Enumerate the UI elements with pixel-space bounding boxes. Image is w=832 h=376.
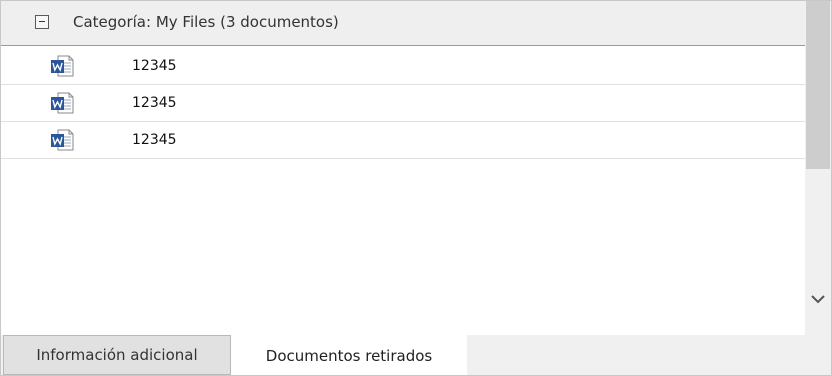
document-row[interactable]: 12345: [1, 85, 805, 122]
tab-informacion-adicional[interactable]: Información adicional: [3, 335, 231, 375]
scrollbar-thumb[interactable]: [806, 1, 830, 169]
document-name: 12345: [132, 132, 177, 148]
tab-documentos-retirados[interactable]: Documentos retirados: [231, 335, 467, 375]
word-document-icon: [51, 92, 74, 114]
word-document-icon: [51, 55, 74, 77]
word-document-icon: [51, 129, 74, 151]
minus-box-icon[interactable]: [35, 15, 49, 29]
chevron-down-icon[interactable]: [810, 291, 826, 307]
category-group-title: Categoría: My Files (3 documentos): [73, 13, 339, 31]
vertical-scrollbar[interactable]: [805, 1, 831, 335]
document-list-panel: Categoría: My Files (3 documentos) 12345: [0, 0, 832, 376]
document-name: 12345: [132, 95, 177, 111]
tab-bar: Información adicional Documentos retirad…: [1, 335, 831, 375]
document-rows: 12345 12345 12345: [1, 48, 805, 159]
document-name: 12345: [132, 58, 177, 74]
document-list: Categoría: My Files (3 documentos) 12345: [1, 1, 805, 335]
category-group-header[interactable]: Categoría: My Files (3 documentos): [1, 1, 805, 46]
document-row[interactable]: 12345: [1, 122, 805, 159]
document-row[interactable]: 12345: [1, 48, 805, 85]
